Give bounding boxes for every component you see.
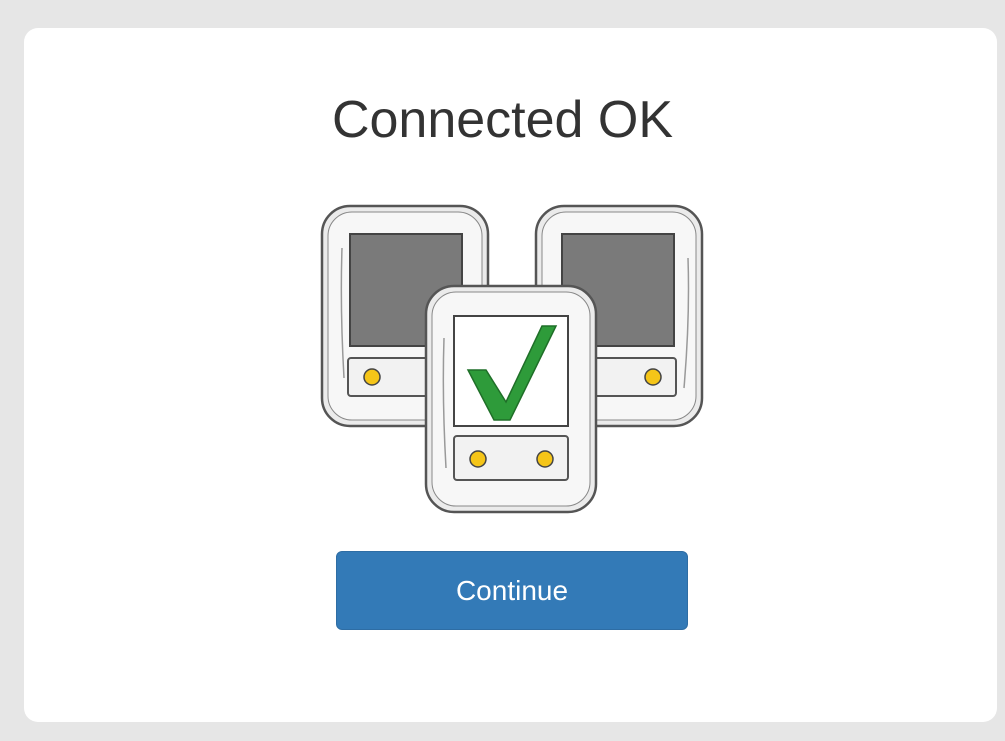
continue-button[interactable]: Continue bbox=[336, 551, 688, 630]
connected-devices-illustration bbox=[318, 198, 708, 516]
center-device-check-icon bbox=[424, 284, 598, 514]
page-title: Connected OK bbox=[331, 91, 674, 149]
